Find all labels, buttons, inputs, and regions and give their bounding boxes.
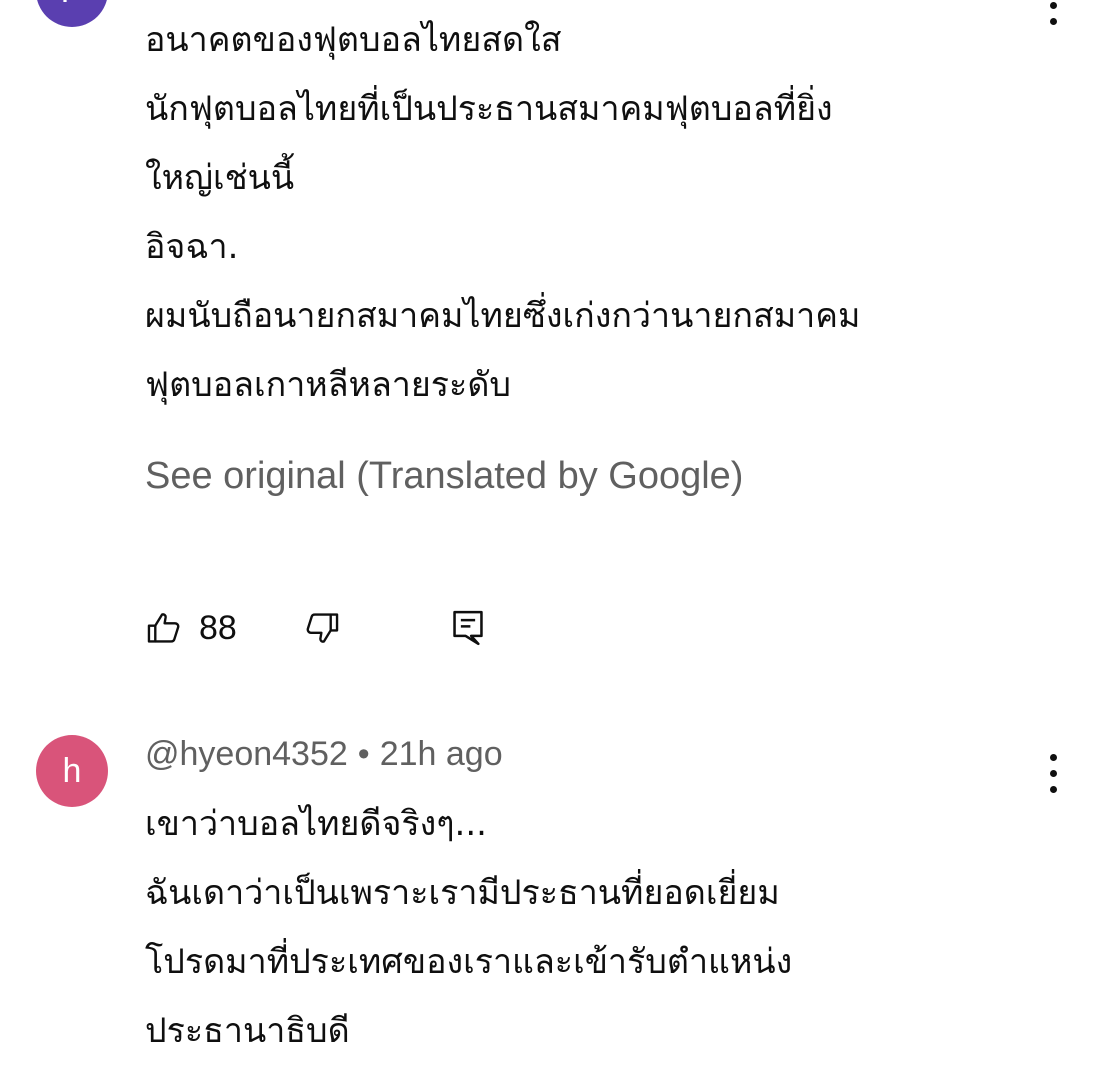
thumbs-up-icon: [147, 613, 180, 643]
comment-line: ประธานาธิบดี: [145, 1011, 350, 1051]
meta-separator: •: [357, 735, 370, 773]
comment-line: ฟุตบอลเกาหลีหลายระดับ: [145, 365, 511, 405]
reply-button[interactable]: [449, 608, 487, 648]
thumbs-down-icon: [306, 613, 339, 643]
comment-author[interactable]: @hyeon4352: [145, 735, 348, 773]
comment-line: ใหญ่เช่นนี้: [145, 158, 295, 198]
avatar-initial: h: [62, 751, 82, 790]
comment-meta: @hyeon4352 • 21h ago: [145, 735, 503, 774]
comment-line: ฉันเดาว่าเป็นเพราะเรามีประธานที่ยอดเยี่ย…: [145, 873, 780, 913]
comment-text: เขาว่าบอลไทยดีจริงๆ... ฉันเดาว่าเป็นเพรา…: [145, 790, 1045, 1066]
comment-line: นักฟุตบอลไทยที่เป็นประธานสมาคมฟุตบอลที่ย…: [145, 89, 833, 129]
comment-reply-icon: [453, 610, 483, 646]
avatar[interactable]: P: [36, 0, 108, 27]
comment-actions: 88: [145, 600, 487, 656]
more-options-button[interactable]: [1043, 0, 1063, 25]
dislike-button[interactable]: [303, 609, 341, 647]
comment-line: ผมนับถือนายกสมาคมไทยซึ่งเก่งกว่านายกสมาค…: [145, 296, 861, 336]
avatar-initial: P: [61, 0, 84, 11]
like-button[interactable]: [145, 609, 183, 647]
comment-line: โปรดมาที่ประเทศของเราและเข้ารับตำแหน่ง: [145, 942, 793, 982]
avatar[interactable]: h: [36, 735, 108, 807]
comment-timestamp[interactable]: 21h ago: [380, 735, 503, 773]
like-count: 88: [199, 608, 237, 647]
comment-line: อิจฉา.: [145, 227, 239, 267]
comment-line: อนาคตของฟุตบอลไทยสดใส: [145, 20, 562, 60]
comment-line: เขาว่าบอลไทยดีจริงๆ...: [145, 804, 487, 844]
comment-text: อนาคตของฟุตบอลไทยสดใส นักฟุตบอลไทยที่เป็…: [145, 6, 1045, 420]
more-options-button[interactable]: [1043, 754, 1063, 793]
see-original-link[interactable]: See original (Translated by Google): [145, 455, 743, 498]
more-vertical-icon: [1049, 754, 1057, 761]
